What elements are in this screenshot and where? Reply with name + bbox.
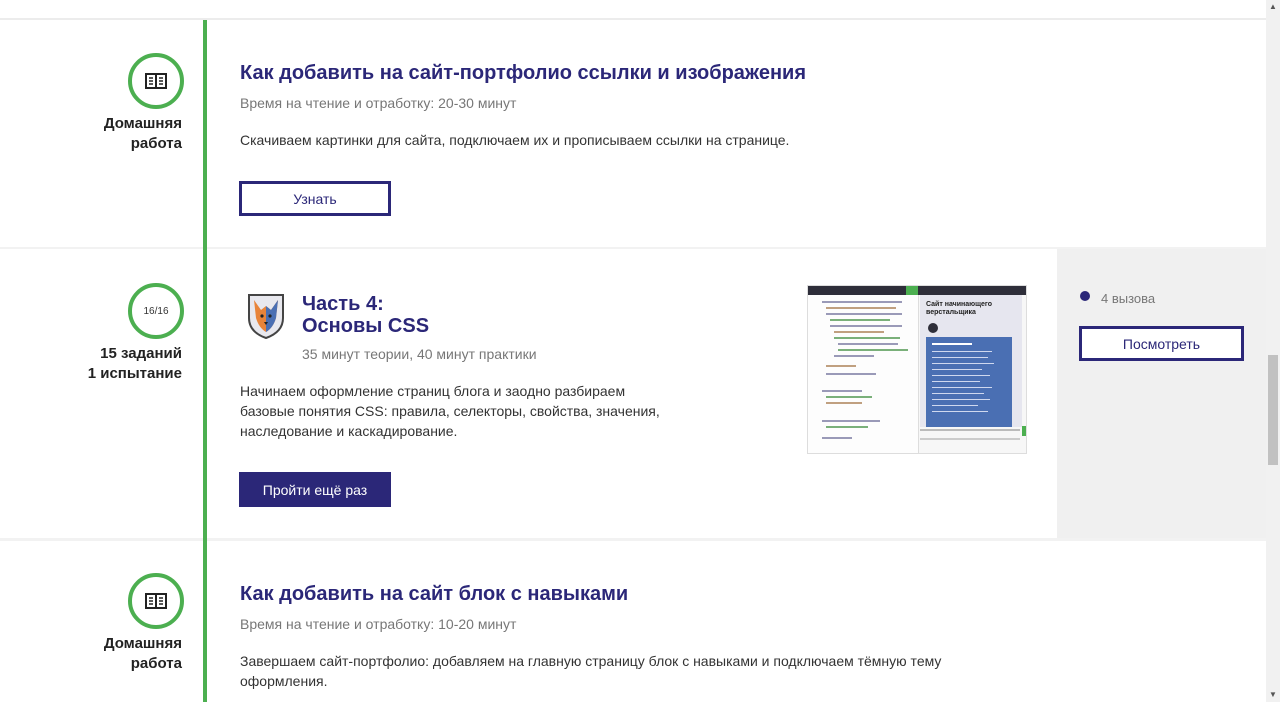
lesson-description: Завершаем сайт-портфолио: добавляем на г… [240,653,942,689]
chapter-description: Начинаем оформление страниц блога и заод… [240,383,660,439]
timeline-node-homework [128,573,184,629]
preview-render-pane: Сайт начинающего верстальщика [920,295,1022,427]
lesson-time: Время на чтение и отработку: 20-30 минут [240,95,517,111]
trials-count: 1 испытание [87,365,182,382]
chapter-title-line2: Основы CSS [302,315,430,337]
lesson-type-line1: Домашняя [103,115,182,132]
view-challenges-button[interactable]: Посмотреть [1079,326,1244,361]
chapter-title-line1: Часть 4: [302,293,384,315]
chapter-title[interactable]: Часть 4: Основы CSS [302,293,429,337]
preview-heading: Сайт начинающего верстальщика [926,301,993,316]
scroll-thumb[interactable] [1268,355,1278,465]
previous-section-end [0,0,1266,20]
lesson-title[interactable]: Как добавить на сайт-портфолио ссылки и … [240,62,806,85]
fox-shield-icon [248,294,284,340]
tasks-count: 15 заданий [100,345,182,362]
page-scrollbar[interactable]: ▲ ▼ [1266,0,1280,702]
challenges-dot [1080,291,1090,301]
chapter-preview-image[interactable]: Сайт начинающего верстальщика [807,285,1027,454]
timeline-node-homework [128,53,184,109]
lesson-type-line2: работа [130,135,182,152]
book-icon [145,593,167,609]
book-icon [145,73,167,89]
preview-code-pane [808,295,919,453]
timeline-node-progress: 16/16 [128,283,184,339]
scroll-up-icon[interactable]: ▲ [1266,0,1280,14]
timeline-line [203,20,207,702]
chapter-stats-label: 15 заданий 1 испытание [22,344,182,384]
preview-blue-block [926,337,1012,427]
lesson-description: Скачиваем картинки для сайта, подключаем… [240,132,790,148]
lesson-type-line2: работа [130,655,182,672]
scroll-down-icon[interactable]: ▼ [1266,688,1280,702]
retake-button[interactable]: Пройти ещё раз [239,472,391,507]
learn-button[interactable]: Узнать [239,181,391,216]
challenges-count: 4 вызова [1101,291,1156,306]
lesson-type-label: Домашняя работа [22,634,182,674]
lesson-time: Время на чтение и отработку: 10-20 минут [240,616,517,632]
progress-count: 16/16 [143,305,169,317]
lesson-type-line1: Домашняя [103,635,182,652]
lesson-title[interactable]: Как добавить на сайт блок с навыками [240,583,628,606]
course-page: Домашняя работа Как добавить на сайт-пор… [0,0,1266,702]
chapter-time: 35 минут теории, 40 минут практики [302,346,537,362]
lesson-type-label: Домашняя работа [22,114,182,154]
